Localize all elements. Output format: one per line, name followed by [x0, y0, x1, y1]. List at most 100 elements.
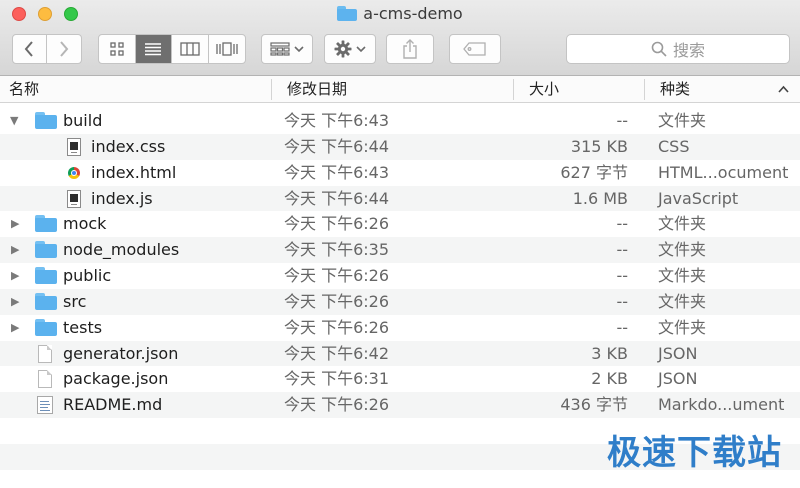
- file-name: tests: [63, 317, 103, 337]
- view-mode-control: [98, 34, 246, 64]
- file-date: 今天 下午6:44: [284, 188, 390, 208]
- file-kind: 文件夹: [658, 214, 707, 234]
- markdown-file-icon: [37, 396, 53, 415]
- file-size: --: [616, 317, 628, 337]
- js-file-icon: [67, 189, 81, 208]
- disclosure-triangle-collapsed-icon[interactable]: ▶: [11, 211, 19, 237]
- file-kind: JSON: [658, 343, 698, 363]
- column-divider[interactable]: [644, 79, 645, 100]
- file-row[interactable]: ▶ src 今天 下午6:26 -- 文件夹: [0, 288, 800, 315]
- column-divider[interactable]: [513, 79, 514, 100]
- file-date: 今天 下午6:43: [284, 162, 390, 182]
- json-file-icon: [38, 344, 52, 363]
- file-row[interactable]: index.html 今天 下午6:43 627 字节 HTML...ocume…: [0, 160, 800, 186]
- file-name: generator.json: [63, 343, 179, 363]
- window-title-text: a-cms-demo: [363, 4, 463, 23]
- tag-icon: [463, 42, 486, 56]
- file-size: --: [616, 214, 628, 234]
- arrange-icon: [270, 42, 290, 56]
- file-kind: JSON: [658, 369, 698, 389]
- file-date: 今天 下午6:35: [284, 240, 390, 260]
- file-row[interactable]: ▼ build 今天 下午6:43 -- 文件夹: [0, 108, 800, 134]
- file-row[interactable]: README.md 今天 下午6:26 436 字节 Markdo...umen…: [0, 392, 800, 419]
- file-size: --: [616, 291, 628, 311]
- column-header-name[interactable]: 名称: [9, 76, 39, 103]
- file-date: 今天 下午6:26: [284, 395, 390, 415]
- file-list: ▼ build 今天 下午6:43 -- 文件夹 index.css 今天 下午…: [0, 108, 800, 470]
- file-name: index.html: [91, 162, 177, 182]
- folder-icon: [337, 6, 358, 21]
- file-size: --: [616, 240, 628, 260]
- list-view-icon: [145, 43, 162, 56]
- icon-view-button[interactable]: [99, 35, 136, 63]
- file-name: index.css: [91, 136, 166, 156]
- css-file-icon: [67, 137, 81, 156]
- watermark-logo: 极速下载站: [607, 433, 782, 473]
- file-size: 2 KB: [591, 369, 628, 389]
- file-row[interactable]: ▶ mock 今天 下午6:26 -- 文件夹: [0, 211, 800, 237]
- arrange-button[interactable]: [261, 34, 313, 64]
- file-date: 今天 下午6:44: [284, 136, 390, 156]
- file-row[interactable]: ▶ tests 今天 下午6:26 -- 文件夹: [0, 315, 800, 341]
- file-name: package.json: [63, 369, 169, 389]
- file-date: 今天 下午6:31: [284, 369, 390, 389]
- disclosure-triangle-collapsed-icon[interactable]: ▶: [11, 289, 19, 315]
- tag-button[interactable]: [449, 34, 501, 64]
- action-button[interactable]: [324, 34, 376, 64]
- file-size: --: [616, 266, 628, 286]
- disclosure-triangle-collapsed-icon[interactable]: ▶: [11, 237, 19, 263]
- column-header-bar: 名称 修改日期 大小 种类: [0, 76, 800, 103]
- chrome-html-file-icon: [68, 166, 80, 179]
- file-kind: 文件夹: [658, 317, 707, 337]
- chevron-left-icon: [24, 41, 34, 57]
- file-row[interactable]: index.css 今天 下午6:44 315 KB CSS: [0, 133, 800, 160]
- share-button[interactable]: [386, 34, 434, 64]
- disclosure-triangle-expanded-icon[interactable]: ▼: [10, 108, 18, 134]
- sort-ascending-icon[interactable]: [778, 85, 789, 94]
- file-row[interactable]: generator.json 今天 下午6:42 3 KB JSON: [0, 340, 800, 367]
- search-icon: [651, 41, 667, 57]
- file-name: src: [63, 291, 87, 311]
- file-row[interactable]: package.json 今天 下午6:31 2 KB JSON: [0, 366, 800, 392]
- file-kind: JavaScript: [658, 188, 739, 208]
- folder-icon: [35, 112, 57, 129]
- file-row[interactable]: ▶ node_modules 今天 下午6:35 -- 文件夹: [0, 237, 800, 264]
- file-row[interactable]: index.js 今天 下午6:44 1.6 MB JavaScript: [0, 185, 800, 212]
- history-nav: [12, 34, 82, 64]
- column-header-size[interactable]: 大小: [529, 76, 559, 103]
- column-view-button[interactable]: [172, 35, 209, 63]
- file-name: public: [63, 266, 112, 286]
- file-row[interactable]: ▶ public 今天 下午6:26 -- 文件夹: [0, 263, 800, 289]
- file-name: README.md: [63, 395, 163, 415]
- file-date: 今天 下午6:42: [284, 343, 390, 363]
- file-size: 315 KB: [570, 136, 628, 156]
- chevron-down-icon: [356, 46, 366, 53]
- disclosure-triangle-collapsed-icon[interactable]: ▶: [11, 263, 19, 289]
- list-view-button[interactable]: [135, 35, 172, 63]
- cover-flow-button[interactable]: [209, 35, 245, 63]
- search-input[interactable]: 搜索: [566, 34, 790, 64]
- column-header-kind[interactable]: 种类: [660, 76, 690, 103]
- file-kind: 文件夹: [658, 111, 707, 130]
- file-size: --: [616, 111, 628, 130]
- column-divider[interactable]: [271, 79, 272, 100]
- window-title: a-cms-demo: [0, 4, 800, 23]
- folder-icon: [35, 215, 57, 233]
- column-view-icon: [180, 42, 200, 56]
- file-kind: 文件夹: [658, 291, 707, 311]
- folder-icon: [35, 292, 57, 310]
- disclosure-triangle-collapsed-icon[interactable]: ▶: [11, 315, 19, 341]
- file-size: 627 字节: [560, 162, 628, 182]
- cover-flow-icon: [216, 42, 238, 56]
- forward-button[interactable]: [47, 35, 81, 63]
- file-date: 今天 下午6:26: [284, 266, 390, 286]
- file-name: build: [63, 111, 103, 130]
- file-date: 今天 下午6:26: [284, 214, 390, 234]
- share-icon: [403, 39, 417, 59]
- file-kind: 文件夹: [658, 266, 707, 286]
- file-kind: 文件夹: [658, 240, 707, 260]
- file-size: 436 字节: [560, 395, 628, 415]
- back-button[interactable]: [13, 35, 47, 63]
- column-header-date[interactable]: 修改日期: [287, 76, 347, 103]
- finder-toolbar: a-cms-demo 搜索: [0, 0, 800, 76]
